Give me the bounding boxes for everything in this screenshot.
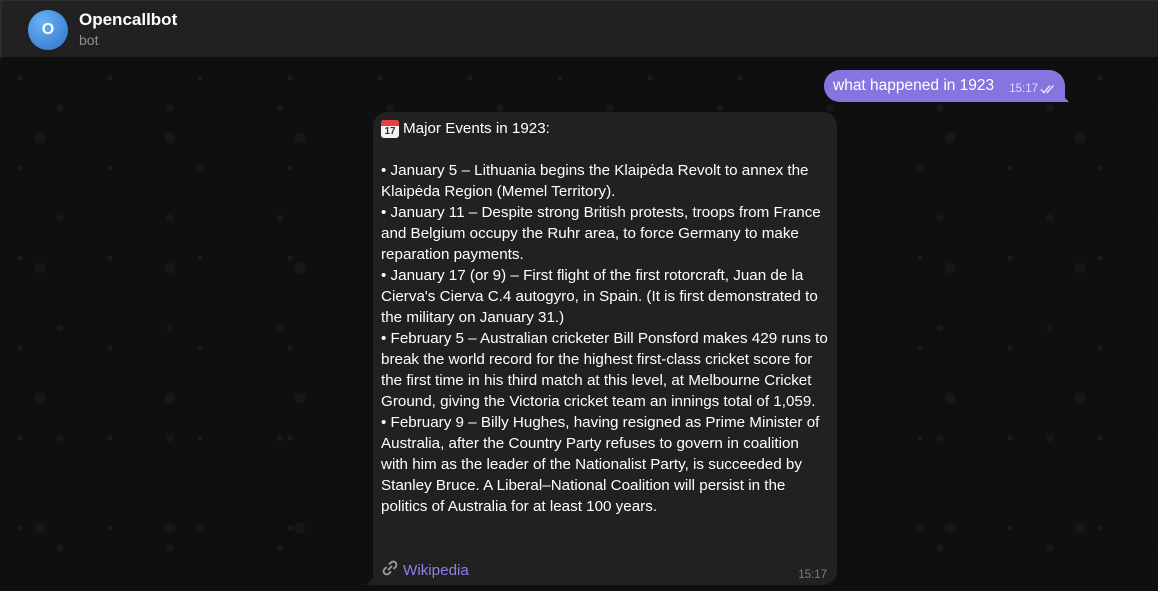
message-heading-text: Major Events in 1923: bbox=[403, 120, 550, 137]
event-item: • January 5 – Lithuania begins the Klaip… bbox=[381, 162, 809, 200]
chat-window: O Opencallbot bot what happened in 1923 … bbox=[0, 0, 1158, 591]
calendar-icon: 17 bbox=[381, 119, 399, 138]
incoming-bubble-tail bbox=[366, 577, 374, 585]
event-item: • January 11 – Despite strong British pr… bbox=[381, 204, 821, 263]
event-item: • February 5 – Australian cricketer Bill… bbox=[381, 330, 828, 410]
event-item: • January 17 (or 9) – First flight of th… bbox=[381, 267, 818, 326]
wikipedia-link-text[interactable]: Wikipedia bbox=[403, 562, 469, 579]
incoming-message-body: 17 Major Events in 1923: • January 5 – L… bbox=[381, 118, 829, 517]
link-icon bbox=[381, 559, 399, 581]
avatar[interactable]: O bbox=[28, 10, 68, 50]
outgoing-message-text: what happened in 1923 bbox=[833, 77, 995, 94]
incoming-message-time: 15:17 bbox=[798, 569, 827, 581]
double-check-icon bbox=[1040, 84, 1057, 94]
outgoing-message-time: 15:17 bbox=[1009, 83, 1038, 95]
outgoing-bubble-tail bbox=[1061, 94, 1069, 102]
incoming-message[interactable]: 17 Major Events in 1923: • January 5 – L… bbox=[373, 112, 837, 585]
outgoing-message[interactable]: what happened in 1923 15:17 bbox=[824, 70, 1065, 102]
chat-title[interactable]: Opencallbot bbox=[79, 10, 177, 30]
chat-header[interactable]: O Opencallbot bot bbox=[0, 0, 1158, 58]
event-item: • February 9 – Billy Hughes, having resi… bbox=[381, 414, 820, 515]
outgoing-message-meta: 15:17 bbox=[1009, 83, 1057, 95]
wikipedia-link[interactable]: Wikipedia bbox=[381, 559, 469, 581]
chat-subtitle: bot bbox=[79, 32, 99, 48]
message-heading: 17 Major Events in 1923: bbox=[381, 118, 829, 139]
